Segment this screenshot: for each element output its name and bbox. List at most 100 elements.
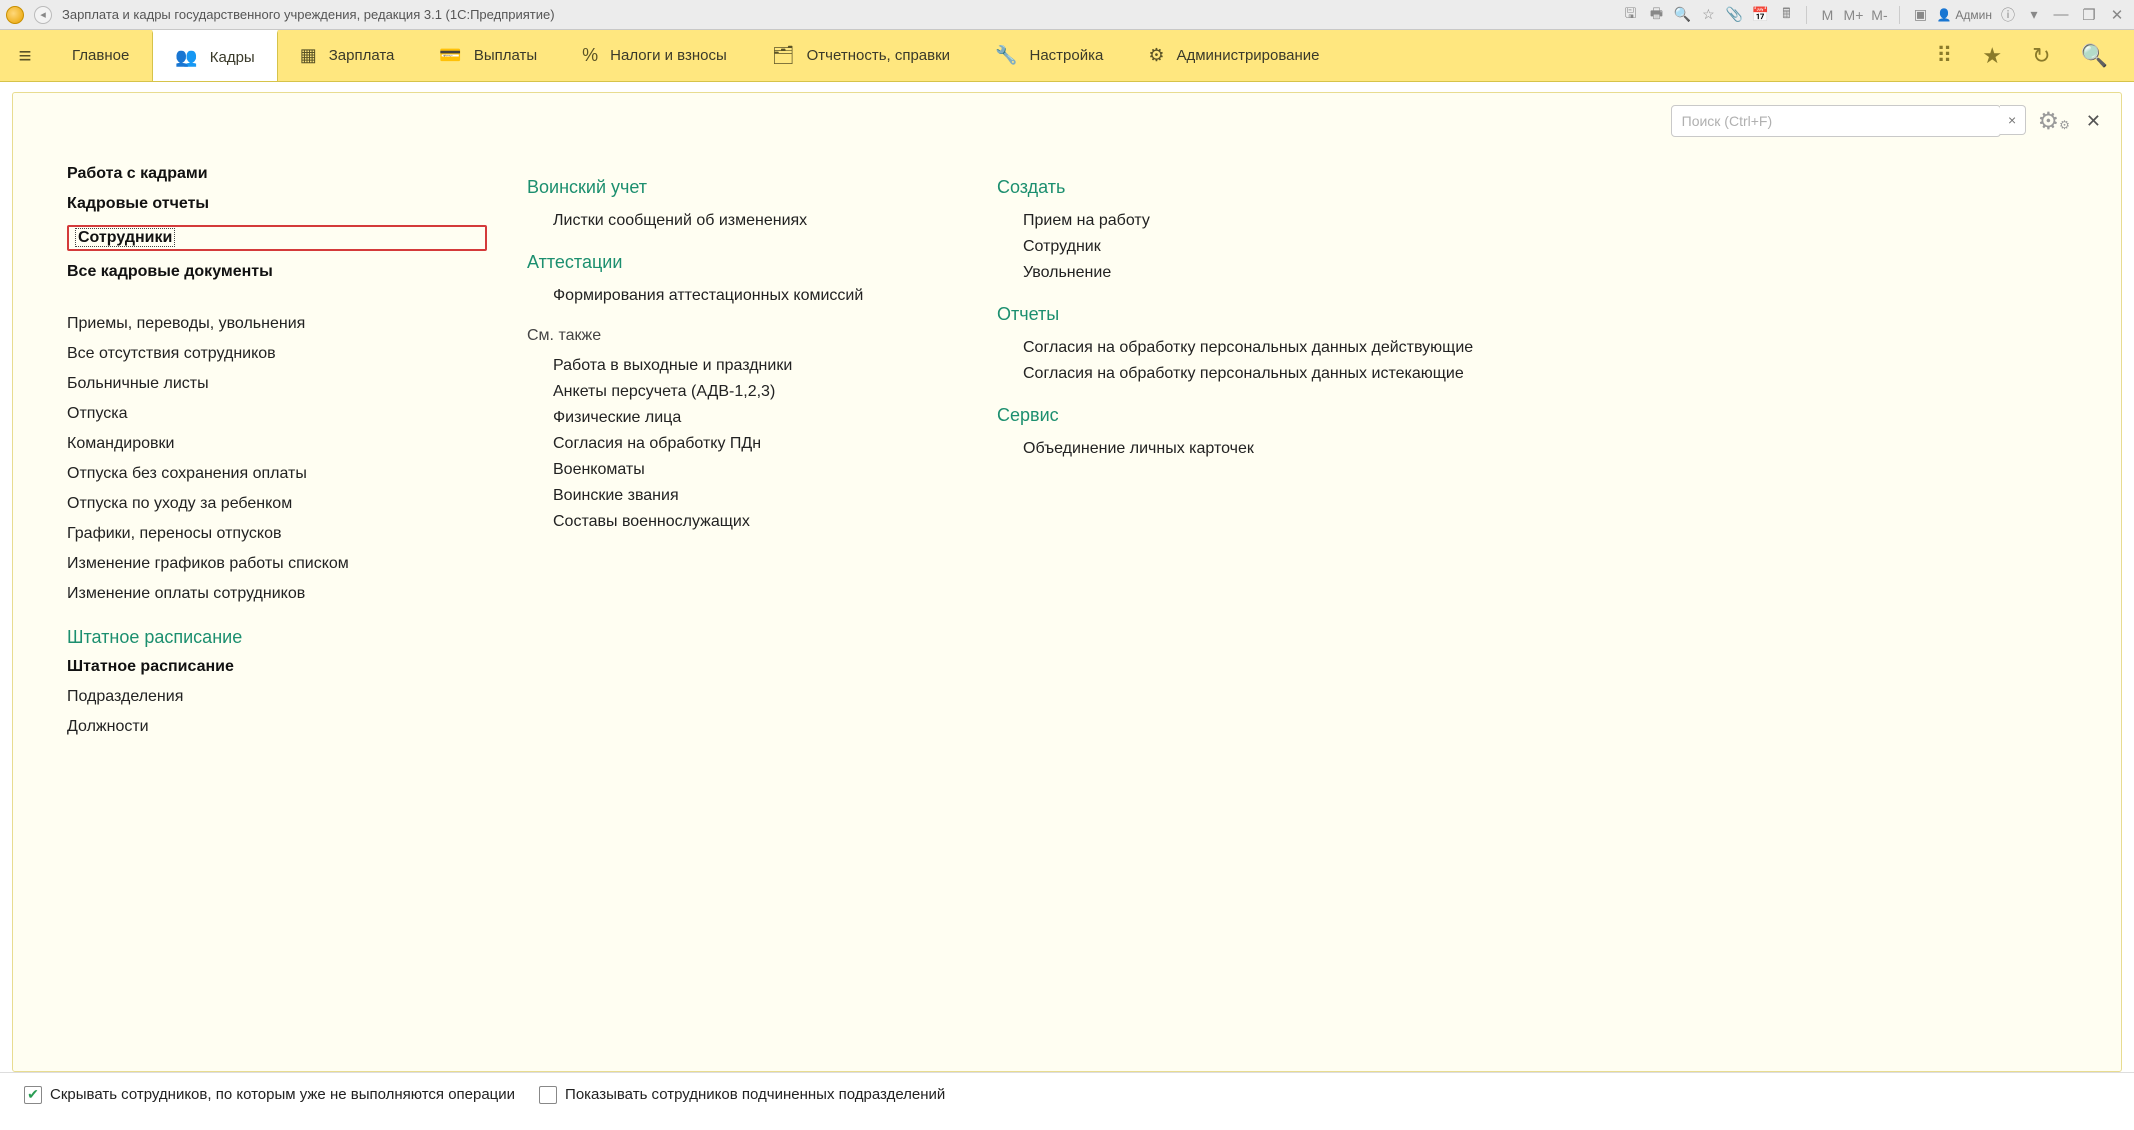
percent-icon: % — [582, 45, 598, 66]
col1-flat-link-1[interactable]: Все отсутствия сотрудников — [67, 345, 487, 363]
checkbox-checked-icon — [24, 1086, 42, 1104]
section-right-tools: ⠿ ★ ↻ 🔍 — [1930, 30, 2134, 81]
global-search-icon[interactable]: 🔍 — [2075, 39, 2114, 73]
nav-back-icon[interactable]: ◂ — [34, 6, 52, 24]
page-close-button[interactable]: ✕ — [2082, 107, 2105, 136]
tb-save-icon[interactable]: 🖫 — [1620, 5, 1640, 25]
staffing-heading: Штатное расписание — [67, 627, 487, 648]
page-toolbar: × ⚙⚙ ✕ — [13, 93, 2121, 149]
col1-top-link-0[interactable]: Работа с кадрами — [67, 165, 487, 183]
reports-heading: Отчеты — [997, 304, 1557, 325]
column-2: Воинский учет Листки сообщений об измене… — [527, 159, 957, 1051]
col2-military-link-0[interactable]: Листки сообщений об изменениях — [553, 212, 957, 230]
column-1: Работа с кадрами Кадровые отчеты Сотрудник… — [67, 159, 487, 1051]
col3-create-link-1[interactable]: Сотрудник — [1023, 238, 1557, 256]
titlebar-toolbar: 🖫 🖶 🔍 ☆ 📎 📅 🖩 M M+ M- ▣ 👤 Админ ⓘ ▾ — ❐ … — [1620, 5, 2128, 25]
window-minimize-button[interactable]: — — [2050, 6, 2072, 23]
page-search-input[interactable] — [1671, 105, 2001, 137]
page-frame: × ⚙⚙ ✕ Работа с кадрами Кадровые отчеты Со… — [12, 92, 2122, 1072]
attest-heading: Аттестации — [527, 252, 957, 273]
app-logo-icon — [6, 6, 24, 24]
col1-flat-link-7[interactable]: Графики, переносы отпусков — [67, 525, 487, 543]
section-bar: ≡ Главное 👥 Кадры ▦ Зарплата 💳 Выплаты %… — [0, 30, 2134, 82]
col1-flat-link-2[interactable]: Больничные листы — [67, 375, 487, 393]
window-close-button[interactable]: ✕ — [2106, 6, 2128, 24]
tb-print-icon[interactable]: 🖶 — [1646, 5, 1666, 25]
tb-mminus-icon[interactable]: M- — [1869, 5, 1889, 25]
col1-flat-link-4[interactable]: Командировки — [67, 435, 487, 453]
people-icon: 👥 — [175, 47, 197, 68]
archive-icon: 🗂 — [772, 45, 795, 66]
col2-seealso-link-1[interactable]: Анкеты персучета (АДВ-1,2,3) — [553, 383, 957, 401]
section-admin[interactable]: ⚙ Администрирование — [1126, 30, 1342, 81]
col1-staff-link-1[interactable]: Должности — [67, 718, 487, 736]
col1-flat-link-9[interactable]: Изменение оплаты сотрудников — [67, 585, 487, 603]
col2-seealso-link-6[interactable]: Составы военнослужащих — [553, 513, 957, 531]
favorite-star-icon[interactable]: ★ — [1976, 39, 2008, 73]
history-icon[interactable]: ↻ — [2026, 39, 2056, 73]
tb-star-icon[interactable]: ☆ — [1698, 5, 1718, 25]
col1-top-link-1[interactable]: Кадровые отчеты — [67, 195, 487, 213]
content-columns: Работа с кадрами Кадровые отчеты Сотрудник… — [13, 149, 2121, 1071]
col3-reports-link-1[interactable]: Согласия на обработку персональных данны… — [1023, 365, 1557, 383]
section-nastroyka[interactable]: 🔧 Настройка — [973, 30, 1126, 81]
hide-retired-label: Скрывать сотрудников, по которым уже не … — [50, 1086, 515, 1103]
col3-create-link-2[interactable]: Увольнение — [1023, 264, 1557, 282]
section-zarplata-label: Зарплата — [329, 47, 395, 64]
column-3: Создать Прием на работу Сотрудник Увольнен… — [997, 159, 1557, 1051]
create-heading: Создать — [997, 177, 1557, 198]
col1-flat-link-8[interactable]: Изменение графиков работы списком — [67, 555, 487, 573]
show-nested-checkbox[interactable]: Показывать сотрудников подчиненных подра… — [539, 1086, 945, 1104]
section-otchetnost-label: Отчетность, справки — [807, 47, 950, 64]
see-also-heading: См. также — [527, 327, 957, 345]
search-clear-button[interactable]: × — [2000, 105, 2026, 135]
col1-flat-link-3[interactable]: Отпуска — [67, 405, 487, 423]
col1-flat-link-5[interactable]: Отпуска без сохранения оплаты — [67, 465, 487, 483]
col2-seealso-link-2[interactable]: Физические лица — [553, 409, 957, 427]
user-chip[interactable]: 👤 Админ — [1936, 8, 1992, 22]
menu-hamburger-icon[interactable]: ≡ — [0, 30, 50, 81]
col1-flat-link-6[interactable]: Отпуска по уходу за ребенком — [67, 495, 487, 513]
section-nalogi-label: Налоги и взносы — [610, 47, 727, 64]
hide-retired-checkbox[interactable]: Скрывать сотрудников, по которым уже не … — [24, 1086, 515, 1104]
military-heading: Воинский учет — [527, 177, 957, 198]
bottom-bar: Скрывать сотрудников, по которым уже не … — [0, 1072, 2134, 1116]
col1-top-link-2[interactable]: Сотрудники — [67, 225, 487, 251]
tb-info-icon[interactable]: ⓘ — [1998, 5, 2018, 25]
apps-icon[interactable]: ⠿ — [1930, 39, 1958, 73]
tb-clip-icon[interactable]: 📎 — [1724, 5, 1744, 25]
col2-seealso-link-3[interactable]: Согласия на обработку ПДн — [553, 435, 957, 453]
page-settings-gear-icon[interactable]: ⚙⚙ — [2038, 107, 2070, 136]
show-nested-label: Показывать сотрудников подчиненных подра… — [565, 1086, 945, 1103]
col1-flat-link-0[interactable]: Приемы, переводы, увольнения — [67, 315, 487, 333]
section-zarplata[interactable]: ▦ Зарплата — [278, 30, 418, 81]
col2-seealso-link-4[interactable]: Военкоматы — [553, 461, 957, 479]
col3-reports-link-0[interactable]: Согласия на обработку персональных данны… — [1023, 339, 1557, 357]
tb-dropdown-icon[interactable]: ▾ — [2024, 5, 2044, 25]
tb-mplus-icon[interactable]: M+ — [1843, 5, 1863, 25]
col2-attest-link-0[interactable]: Формирования аттестационных комиссий — [553, 287, 957, 305]
tb-m-icon[interactable]: M — [1817, 5, 1837, 25]
col3-create-link-0[interactable]: Прием на работу — [1023, 212, 1557, 230]
section-nalogi[interactable]: % Налоги и взносы — [560, 30, 750, 81]
staffing-strong-link[interactable]: Штатное расписание — [67, 658, 487, 676]
window-titlebar: ◂ Зарплата и кадры государственного учре… — [0, 0, 2134, 30]
tb-panel-icon[interactable]: ▣ — [1910, 5, 1930, 25]
section-otchetnost[interactable]: 🗂 Отчетность, справки — [750, 30, 973, 81]
section-vyplaty[interactable]: 💳 Выплаты — [417, 30, 560, 81]
col2-seealso-link-0[interactable]: Работа в выходные и праздники — [553, 357, 957, 375]
tb-calc-icon[interactable]: 🖩 — [1776, 5, 1796, 25]
section-main[interactable]: Главное — [50, 30, 152, 81]
gear-icon: ⚙ — [1148, 45, 1164, 66]
tb-search-icon[interactable]: 🔍 — [1672, 5, 1692, 25]
col1-staff-link-0[interactable]: Подразделения — [67, 688, 487, 706]
window-restore-button[interactable]: ❐ — [2078, 6, 2100, 24]
tb-calendar-icon[interactable]: 📅 — [1750, 5, 1770, 25]
section-kadry[interactable]: 👥 Кадры — [152, 30, 277, 81]
col3-service-link-0[interactable]: Объединение личных карточек — [1023, 440, 1557, 458]
user-icon: 👤 — [1936, 8, 1951, 22]
section-kadry-label: Кадры — [210, 49, 255, 66]
col1-top-link-3[interactable]: Все кадровые документы — [67, 263, 487, 281]
col2-seealso-link-5[interactable]: Воинские звания — [553, 487, 957, 505]
grid-icon: ▦ — [300, 45, 317, 66]
